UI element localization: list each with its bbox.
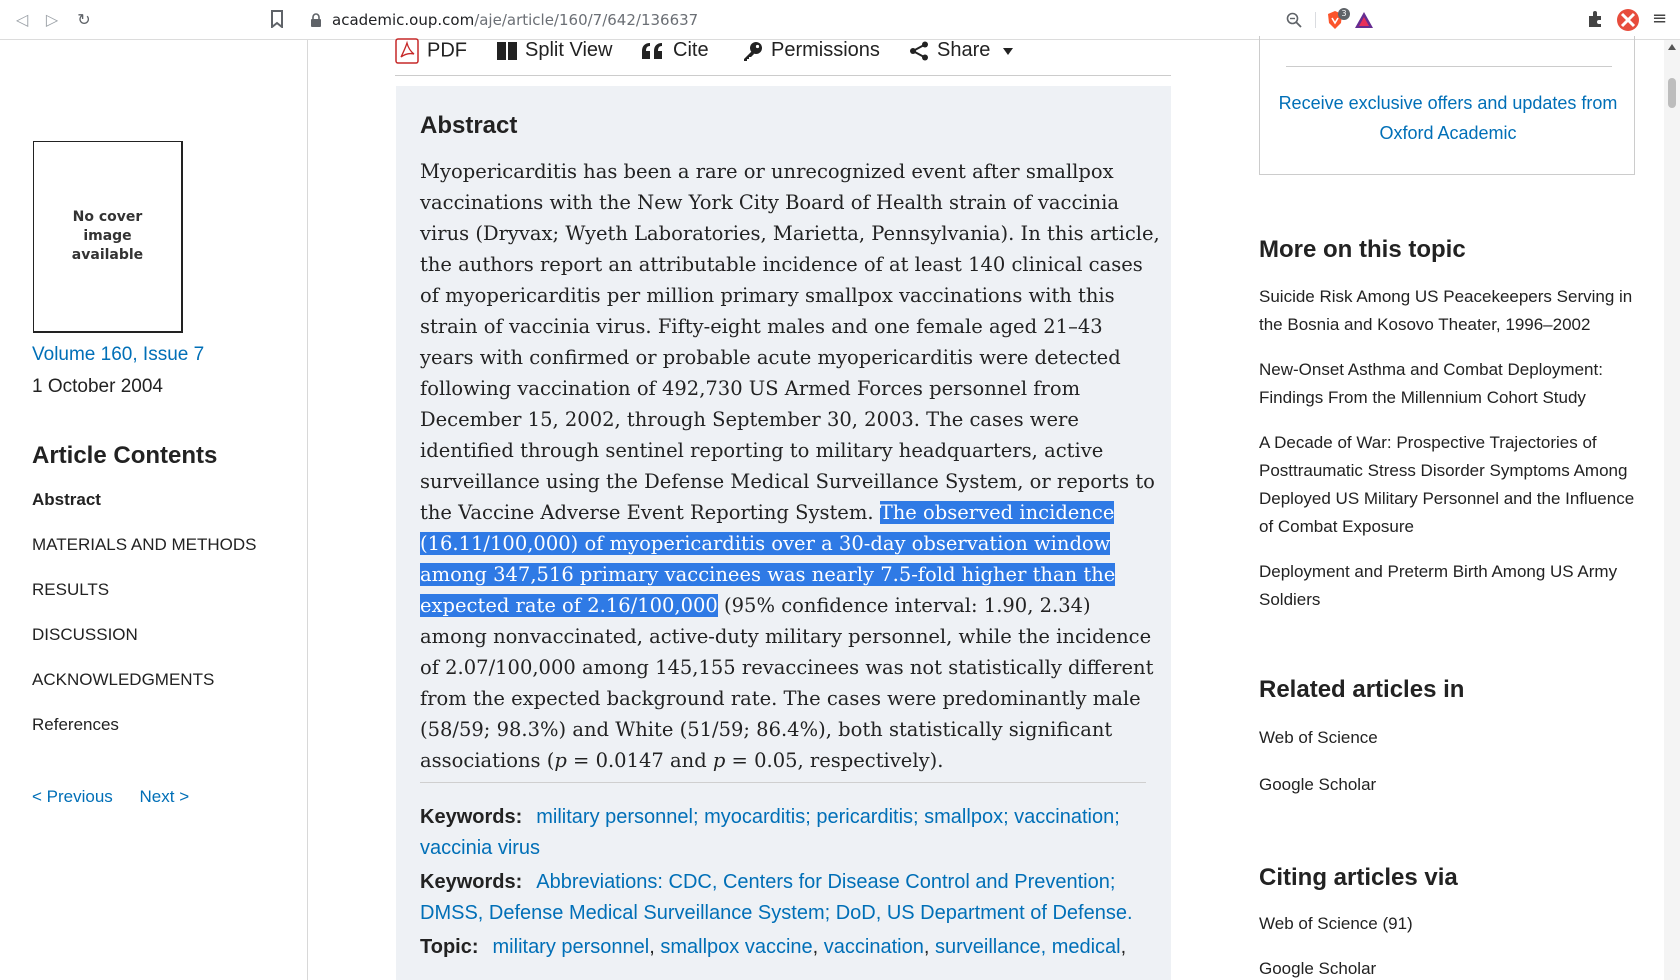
abbreviations-row: Keywords: Abbreviations: CDC, Centers for…: [420, 867, 1160, 929]
brave-shield-count: 3: [1338, 8, 1350, 20]
permissions-button[interactable]: Permissions: [743, 38, 880, 62]
article-pager: < Previous Next >: [32, 787, 211, 807]
previous-article-link[interactable]: < Previous: [32, 787, 113, 806]
toc-materials-and-methods[interactable]: MATERIALS AND METHODS: [32, 535, 257, 580]
url-text[interactable]: academic.oup.com/aje/article/160/7/642/1…: [332, 10, 698, 30]
related-article-link[interactable]: Deployment and Preterm Birth Among US Ar…: [1259, 558, 1639, 614]
citing-articles-heading: Citing articles via: [1259, 864, 1458, 891]
left-sidebar: No cover image available Volume 160, Iss…: [0, 40, 308, 980]
extensions-icon[interactable]: [1586, 10, 1604, 28]
cite-button[interactable]: Cite: [641, 38, 709, 62]
article-contents-heading: Article Contents: [32, 442, 218, 469]
bookmark-icon[interactable]: [270, 10, 284, 28]
split-view-icon: [497, 41, 517, 60]
abstract-text: Myopericarditis has been a rare or unrec…: [420, 160, 1160, 772]
back-icon[interactable]: ◁: [12, 10, 32, 30]
topic-link[interactable]: smallpox vaccine: [660, 936, 812, 958]
key-icon: [744, 41, 762, 61]
keywords-links[interactable]: military personnel; myocarditis; pericar…: [420, 806, 1120, 859]
page-scrollbar[interactable]: [1664, 40, 1680, 980]
browser-menu-icon[interactable]: ≡: [1652, 10, 1667, 28]
citing-web-of-science-link[interactable]: Web of Science (91): [1259, 914, 1413, 934]
scroll-thumb[interactable]: [1668, 78, 1676, 108]
scroll-up-arrow-icon[interactable]: [1668, 44, 1676, 50]
related-article-link[interactable]: New-Onset Asthma and Combat Deployment: …: [1259, 356, 1639, 412]
topic-label: Topic:: [420, 936, 479, 958]
keywords-label: Keywords:: [420, 806, 523, 828]
split-view-button[interactable]: Split View: [497, 38, 612, 62]
topic-link[interactable]: surveillance, medical: [935, 936, 1121, 958]
toc-results[interactable]: RESULTS: [32, 580, 257, 625]
related-articles-heading: Related articles in: [1259, 676, 1465, 703]
caret-down-icon: [1002, 47, 1013, 55]
citing-google-scholar-link[interactable]: Google Scholar: [1259, 959, 1376, 979]
url-separator: [1315, 12, 1316, 28]
keywords-row: Keywords: military personnel; myocarditis…: [420, 802, 1160, 864]
topic-row: Topic: military personnel, smallpox vacci…: [420, 936, 1127, 958]
forward-icon[interactable]: ▷: [42, 10, 62, 30]
article-contents-list: Abstract MATERIALS AND METHODS RESULTS D…: [32, 490, 257, 760]
toc-acknowledgments[interactable]: ACKNOWLEDGMENTS: [32, 670, 257, 715]
toc-discussion[interactable]: DISCUSSION: [32, 625, 257, 670]
issue-date: 1 October 2004: [32, 376, 163, 397]
abstract-section: Abstract Myopericarditis has been a rare…: [396, 86, 1171, 980]
toc-abstract[interactable]: Abstract: [32, 490, 257, 535]
toc-references[interactable]: References: [32, 715, 257, 760]
share-icon: [910, 41, 928, 61]
offers-divider: [1286, 66, 1612, 67]
keywords-label-2: Keywords:: [420, 871, 523, 893]
brave-rewards-icon[interactable]: [1354, 11, 1374, 29]
offers-box: Receive exclusive offers and updates fro…: [1259, 36, 1635, 175]
article-toolbar: PDF Split View Cite Permissions Share: [395, 36, 1171, 76]
more-on-topic-list: Suicide Risk Among US Peacekeepers Servi…: [1259, 283, 1639, 631]
quote-icon: [642, 42, 662, 59]
address-bar[interactable]: academic.oup.com/aje/article/160/7/642/1…: [296, 6, 1384, 34]
next-article-link[interactable]: Next >: [140, 787, 190, 806]
pdf-button[interactable]: PDF: [395, 38, 467, 64]
share-button[interactable]: Share: [909, 38, 1014, 62]
related-web-of-science-link[interactable]: Web of Science: [1259, 728, 1378, 748]
cover-placeholder: No cover image available: [33, 141, 183, 333]
pdf-icon: [395, 38, 419, 64]
offers-link[interactable]: Receive exclusive offers and updates fro…: [1260, 88, 1636, 148]
volume-issue-link[interactable]: Volume 160, Issue 7: [32, 344, 204, 366]
browser-toolbar: ◁ ▷ ↻ academic.oup.com/aje/article/160/7…: [0, 0, 1680, 40]
abstract-divider: [420, 782, 1146, 783]
lock-icon: [311, 13, 321, 27]
topic-link[interactable]: vaccination: [824, 936, 924, 958]
abstract-heading: Abstract: [420, 112, 518, 139]
more-on-topic-heading: More on this topic: [1259, 236, 1466, 263]
abbreviations-links[interactable]: Abbreviations: CDC, Centers for Disease …: [420, 871, 1133, 924]
related-google-scholar-link[interactable]: Google Scholar: [1259, 775, 1376, 795]
profile-icon[interactable]: [1616, 8, 1640, 32]
related-article-link[interactable]: A Decade of War: Prospective Trajectorie…: [1259, 429, 1639, 541]
topic-link[interactable]: military personnel: [493, 936, 650, 958]
reload-icon[interactable]: ↻: [74, 10, 94, 30]
related-article-link[interactable]: Suicide Risk Among US Peacekeepers Servi…: [1259, 283, 1639, 339]
zoom-icon[interactable]: [1286, 12, 1302, 28]
